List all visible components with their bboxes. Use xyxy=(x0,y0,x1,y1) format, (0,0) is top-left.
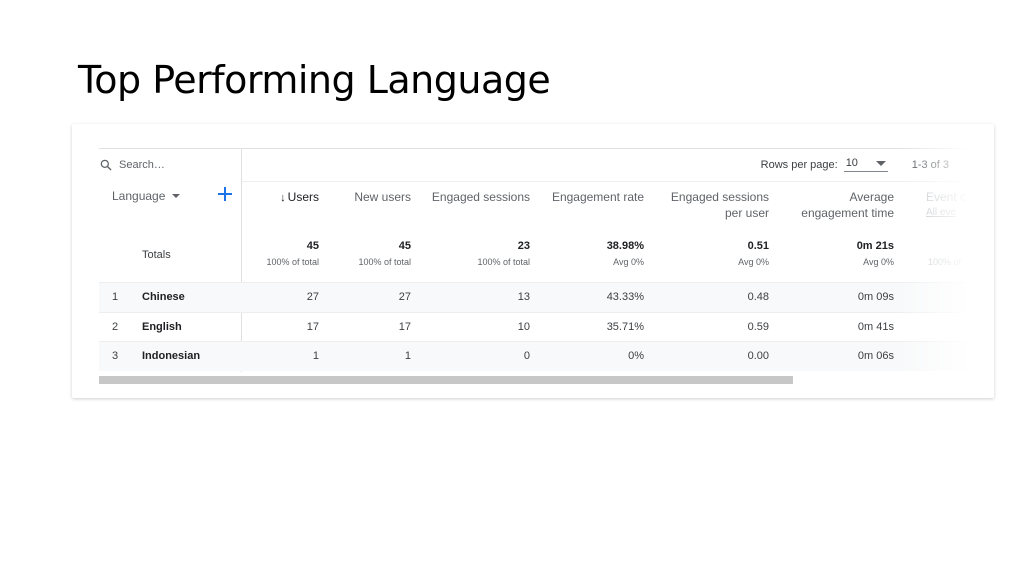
sort-down-arrow-icon: ↓ xyxy=(280,192,286,204)
column-header-label: Users xyxy=(287,190,319,204)
total-value: 45 xyxy=(306,240,319,252)
column-header-sublabel: engagement time xyxy=(801,206,894,220)
row-number: 1 xyxy=(112,291,119,303)
slide-title: Top Performing Language xyxy=(78,58,551,102)
add-dimension-icon[interactable] xyxy=(215,184,235,204)
toolbar-divider xyxy=(241,181,967,182)
column-header-engaged-sessions[interactable]: Engaged sessions xyxy=(432,189,530,205)
cell-engagement-rate: 35.71% xyxy=(606,321,644,333)
cell-users: 1 xyxy=(312,350,319,362)
event-filter-link[interactable]: All eve xyxy=(926,205,966,221)
table-row[interactable]: 1 Chinese 27 27 13 43.33% 0.48 0m 09s xyxy=(99,282,967,312)
table-row[interactable]: 2 English 17 17 10 35.71% 0.59 0m 41s xyxy=(99,312,967,342)
cell-users: 27 xyxy=(306,291,319,303)
cell-engaged-sessions-per-user: 0.59 xyxy=(747,321,769,333)
cell-new-users: 1 xyxy=(404,350,411,362)
rows-per-page-select[interactable]: 10 xyxy=(843,157,888,172)
total-value: 0.51 xyxy=(747,240,769,252)
dimension-label: Language xyxy=(112,189,166,203)
cell-engaged-sessions: 10 xyxy=(517,321,530,333)
cell-engaged-sessions: 13 xyxy=(517,291,530,303)
search-input[interactable] xyxy=(119,159,229,171)
column-header-label: Engagement rate xyxy=(551,190,644,204)
total-value xyxy=(928,239,961,253)
column-header-label: Average xyxy=(849,190,894,204)
column-header-engagement-rate[interactable]: Engagement rate xyxy=(552,189,644,205)
total-sub: Avg 0% xyxy=(863,257,894,267)
cell-new-users: 17 xyxy=(398,321,411,333)
cell-average-engagement-time: 0m 41s xyxy=(857,321,894,333)
search-icon xyxy=(100,159,112,171)
total-engaged-sessions-per-user: 0.51 Avg 0% xyxy=(738,239,769,268)
cell-engagement-rate: 0% xyxy=(628,350,644,362)
row-language: English xyxy=(142,321,182,333)
total-value: 45 xyxy=(398,240,411,252)
horizontal-scrollbar[interactable] xyxy=(99,376,967,384)
dropdown-caret-icon xyxy=(172,194,181,198)
column-header-label: Event c xyxy=(926,190,967,204)
cell-average-engagement-time: 0m 06s xyxy=(857,350,894,362)
total-value: 23 xyxy=(517,240,530,252)
total-event-count: 100% of xyxy=(928,239,961,268)
column-header-sublabel: per user xyxy=(724,206,769,220)
search-box[interactable] xyxy=(99,158,229,172)
cell-average-engagement-time: 0m 09s xyxy=(857,291,894,303)
total-sub: 100% of total xyxy=(358,257,411,267)
chevron-down-icon xyxy=(875,160,886,166)
total-new-users: 45 100% of total xyxy=(358,239,411,268)
cell-users: 17 xyxy=(306,321,319,333)
pagination-controls: Rows per page: 10 1-3 of 3 xyxy=(761,157,949,172)
scrollbar-thumb[interactable] xyxy=(99,376,793,384)
column-header-label: New users xyxy=(354,190,411,204)
total-sub: 100% of xyxy=(928,257,962,267)
cell-new-users: 27 xyxy=(398,291,411,303)
cell-engaged-sessions-per-user: 0.48 xyxy=(747,291,769,303)
top-divider xyxy=(99,148,967,149)
row-number: 2 xyxy=(112,321,119,333)
page-range: 1-3 of 3 xyxy=(911,158,949,171)
row-language: Indonesian xyxy=(142,350,201,362)
total-sub: Avg 0% xyxy=(738,257,769,267)
total-sub: Avg 0% xyxy=(613,257,644,267)
row-language: Chinese xyxy=(142,291,185,303)
total-value: 0m 21s xyxy=(856,240,894,252)
cell-engagement-rate: 43.33% xyxy=(606,291,644,303)
rows-per-page-value: 10 xyxy=(845,157,858,169)
column-header-average-engagement-time[interactable]: Average engagement time xyxy=(801,189,894,221)
analytics-table-card: Rows per page: 10 1-3 of 3 Language ↓Use… xyxy=(72,124,994,398)
column-header-event-count[interactable]: Event c All eve xyxy=(926,189,966,221)
total-users: 45 100% of total xyxy=(266,239,319,268)
dimension-selector[interactable]: Language xyxy=(112,189,181,203)
cell-engaged-sessions-per-user: 0.00 xyxy=(747,350,769,362)
total-sub: 100% of total xyxy=(477,257,530,267)
column-header-new-users[interactable]: New users xyxy=(354,189,411,205)
total-engagement-rate: 38.98% Avg 0% xyxy=(607,239,644,268)
total-engaged-sessions: 23 100% of total xyxy=(477,239,530,268)
totals-label: Totals xyxy=(142,249,171,261)
column-header-users[interactable]: ↓ Users xyxy=(280,189,319,206)
column-header-label: Engaged sessions xyxy=(670,190,769,204)
row-number: 3 xyxy=(112,350,119,362)
cell-engaged-sessions: 0 xyxy=(523,350,530,362)
total-average-engagement-time: 0m 21s Avg 0% xyxy=(857,239,894,268)
column-header-engaged-sessions-per-user[interactable]: Engaged sessions per user xyxy=(671,189,769,221)
rows-per-page-label: Rows per page: xyxy=(760,158,838,171)
table-viewport: Rows per page: 10 1-3 of 3 Language ↓Use… xyxy=(99,124,967,398)
total-sub: 100% of total xyxy=(266,257,319,267)
table-row[interactable]: 3 Indonesian 1 1 0 0% 0.00 0m 06s xyxy=(99,341,967,371)
total-value: 38.98% xyxy=(606,240,644,252)
column-header-label: Engaged sessions xyxy=(431,190,530,204)
